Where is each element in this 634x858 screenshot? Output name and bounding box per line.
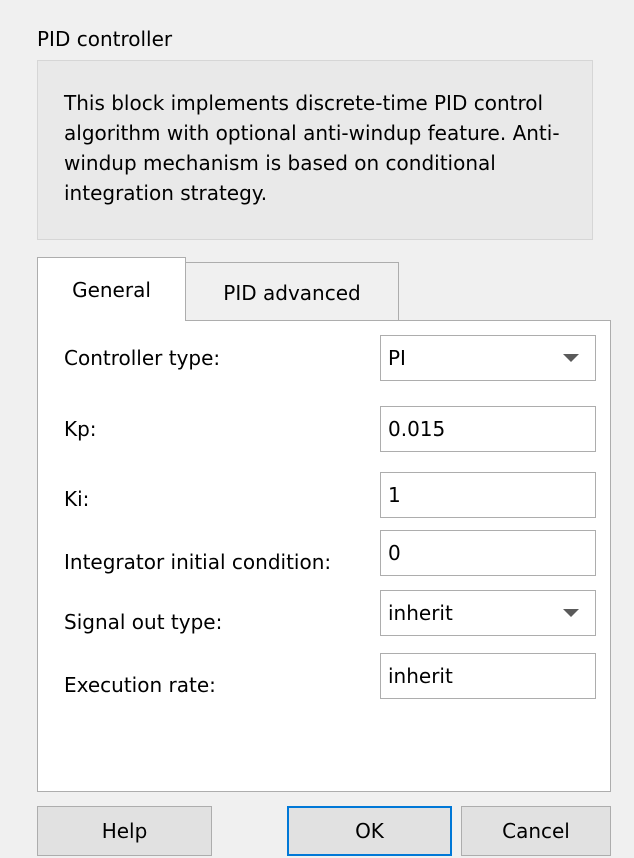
integrator-initial-condition-value: 0 (388, 541, 401, 565)
ki-value: 1 (388, 483, 401, 507)
ki-input[interactable]: 1 (380, 472, 596, 518)
kp-value: 0.015 (388, 417, 446, 441)
cancel-button[interactable]: Cancel (461, 806, 611, 856)
controller-type-label: Controller type: (64, 346, 221, 370)
dialog-title: PID controller (37, 27, 173, 51)
execution-rate-value: inherit (388, 664, 453, 688)
integrator-initial-condition-input[interactable]: 0 (380, 530, 596, 576)
ki-label: Ki: (64, 487, 90, 511)
ok-button[interactable]: OK (287, 806, 452, 856)
tab-bar: General PID advanced (37, 257, 597, 321)
controller-type-dropdown[interactable]: PI (380, 335, 596, 381)
chevron-down-icon (563, 354, 579, 362)
execution-rate-input[interactable]: inherit (380, 653, 596, 699)
signal-out-type-label: Signal out type: (64, 610, 223, 634)
kp-label: Kp: (64, 417, 97, 441)
controller-type-value: PI (388, 346, 406, 370)
signal-out-type-dropdown[interactable]: inherit (380, 590, 596, 636)
block-description: This block implements discrete-time PID … (37, 60, 593, 240)
tab-pid-advanced[interactable]: PID advanced (186, 262, 399, 321)
integrator-initial-condition-label: Integrator initial condition: (64, 550, 332, 574)
tab-general[interactable]: General (37, 257, 186, 321)
signal-out-type-value: inherit (388, 601, 453, 625)
description-text: This block implements discrete-time PID … (64, 91, 560, 205)
kp-input[interactable]: 0.015 (380, 406, 596, 452)
general-tab-panel: Controller type: PI Kp: 0.015 Ki: 1 Inte… (37, 320, 611, 792)
chevron-down-icon (563, 609, 579, 617)
execution-rate-label: Execution rate: (64, 673, 216, 697)
help-button[interactable]: Help (37, 806, 212, 856)
